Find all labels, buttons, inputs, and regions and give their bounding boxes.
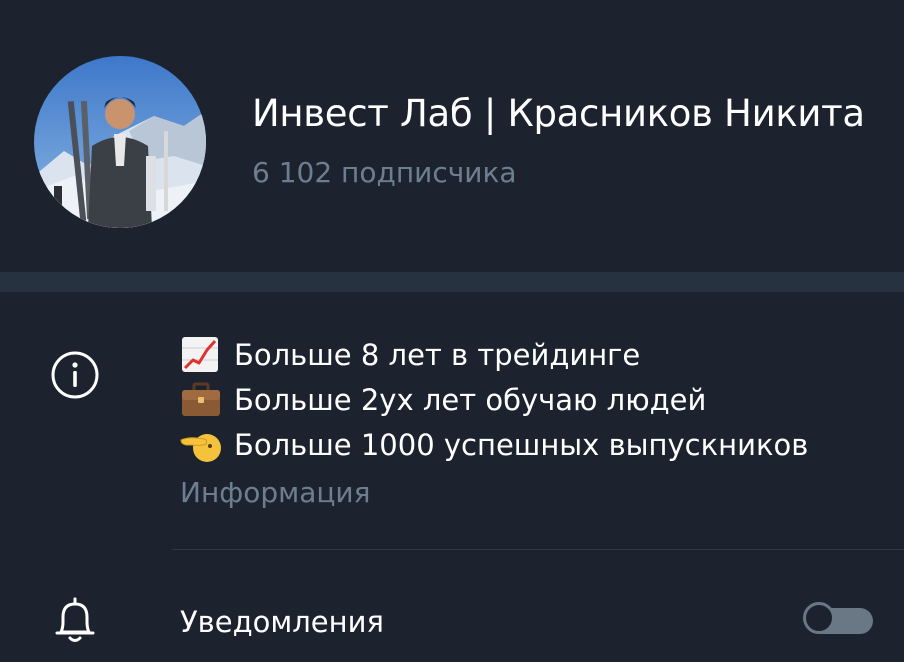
notifications-row[interactable]: Уведомления	[0, 550, 904, 662]
bell-icon	[52, 596, 98, 646]
notifications-toggle[interactable]	[803, 602, 875, 638]
briefcase-emoji	[180, 381, 222, 419]
channel-description: Больше 8 лет в трейдинге Больше 2ух лет …	[180, 332, 808, 467]
description-text: Больше 8 лет в трейдинге	[234, 337, 641, 372]
channel-avatar[interactable]	[34, 56, 206, 228]
subscriber-count: 6 102 подписчика	[252, 156, 517, 189]
description-line: Больше 2ух лет обучаю людей	[180, 377, 808, 422]
info-icon	[50, 350, 100, 400]
pointing-hand-emoji	[180, 426, 222, 464]
info-caption: Информация	[180, 476, 371, 509]
channel-info-panel: Инвест Лаб | Красников Никита 6 102 подп…	[0, 0, 904, 662]
chart-increasing-emoji	[180, 336, 222, 374]
description-line: Больше 1000 успешных выпускников	[180, 422, 808, 467]
avatar-photo	[34, 56, 206, 228]
description-text: Больше 2ух лет обучаю людей	[234, 382, 707, 417]
toggle-knob	[803, 602, 835, 634]
channel-title: Инвест Лаб | Красников Никита	[252, 92, 865, 135]
notifications-label: Уведомления	[180, 605, 384, 639]
section-divider	[0, 272, 904, 292]
description-text: Больше 1000 успешных выпускников	[234, 427, 809, 462]
description-line: Больше 8 лет в трейдинге	[180, 332, 808, 377]
channel-header: Инвест Лаб | Красников Никита 6 102 подп…	[0, 0, 904, 272]
